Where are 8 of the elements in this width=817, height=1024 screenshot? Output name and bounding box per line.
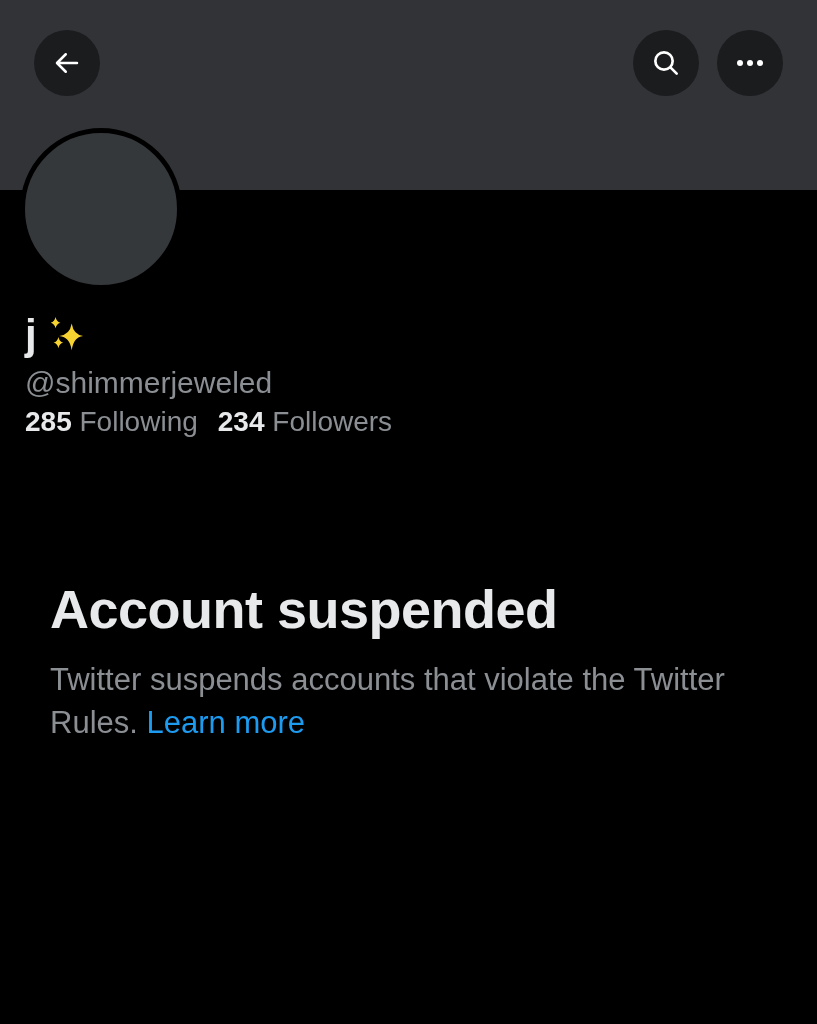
follow-count-link[interactable]: 234 Followers (217, 406, 393, 438)
suspended-heading: Account suspended (50, 578, 559, 640)
username: @shimmerjeweled (25, 366, 274, 400)
more-icon (735, 59, 765, 67)
learn-more-link[interactable]: Learn more (146, 705, 305, 740)
suspension-message: Twitter suspends accounts that violate the Twitter Rules. Learn more (50, 661, 726, 742)
follow-count-link[interactable]: 285 Following (25, 406, 198, 438)
display-name: j (25, 311, 37, 359)
